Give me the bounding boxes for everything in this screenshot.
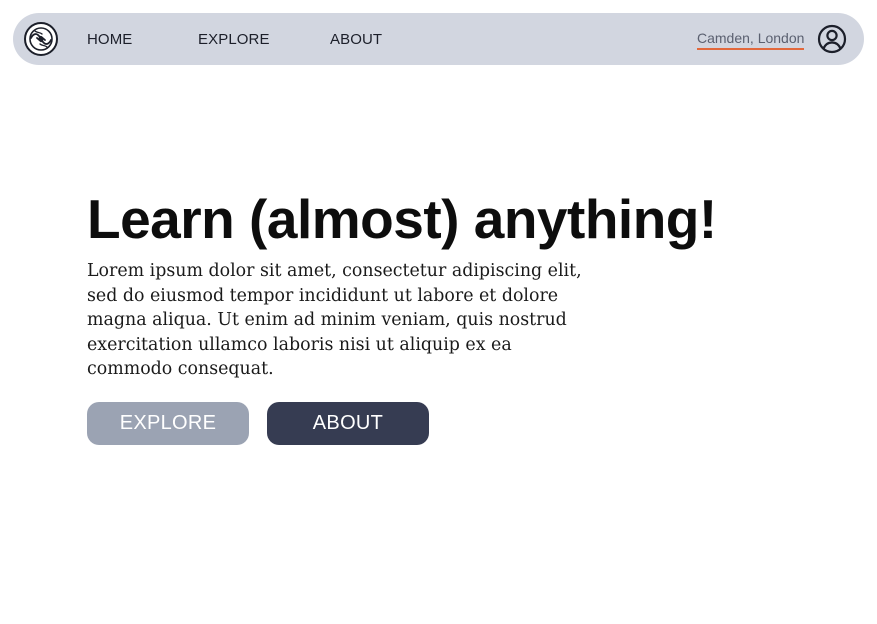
nav-link-explore[interactable]: EXPLORE [198, 13, 270, 65]
hero-description: Lorem ipsum dolor sit amet, consectetur … [87, 259, 647, 382]
user-circle-icon[interactable] [817, 24, 847, 54]
hero-description-line: commodo consequat. [87, 359, 274, 380]
hero-description-line: magna aliqua. Ut enim ad minim veniam, q… [87, 310, 567, 331]
about-button[interactable]: ABOUT [267, 402, 429, 445]
navbar: HOME EXPLORE ABOUT Camden, London [13, 13, 864, 65]
hero-description-line: sed do eiusmod tempor incididunt ut labo… [87, 285, 559, 306]
page: HOME EXPLORE ABOUT Camden, London Learn … [0, 0, 877, 624]
location-link[interactable]: Camden, London [697, 30, 805, 50]
globe-handshake-icon[interactable] [23, 21, 59, 57]
nav-link-home[interactable]: HOME [87, 13, 132, 65]
hero-description-line: exercitation ullamco laboris nisi ut ali… [87, 334, 512, 355]
nav-link-about[interactable]: ABOUT [330, 13, 382, 65]
explore-button[interactable]: EXPLORE [87, 402, 249, 445]
hero-description-line: Lorem ipsum dolor sit amet, consectetur … [87, 261, 582, 281]
page-title: Learn (almost) anything! [87, 188, 717, 250]
